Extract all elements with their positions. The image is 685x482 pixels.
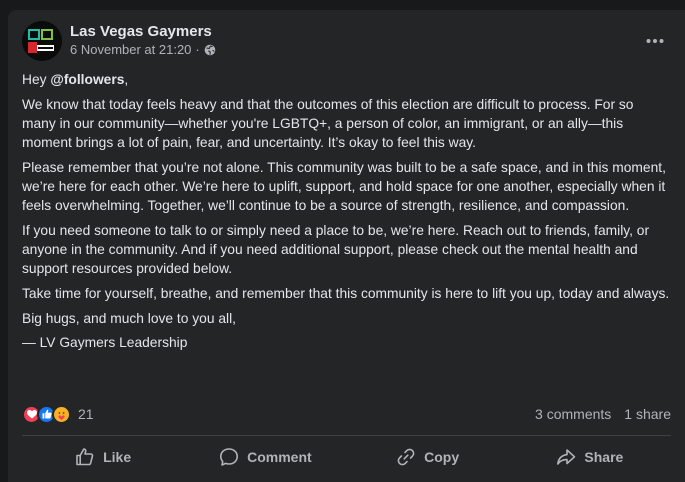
engagement-links: 3 comments 1 share xyxy=(535,406,671,422)
post-author[interactable]: Las Vegas Gaymers xyxy=(70,23,212,40)
comments-count-link[interactable]: 3 comments xyxy=(535,406,611,422)
post-paragraph: Please remember that you’re not alone. T… xyxy=(22,159,666,214)
reaction-summary[interactable] xyxy=(22,404,71,424)
thumbs-up-icon xyxy=(76,448,94,466)
actions-divider xyxy=(22,435,671,436)
post-paragraph: If you need someone to talk to or simply… xyxy=(22,222,650,277)
greeting-suffix: , xyxy=(124,72,129,87)
post-paragraph: Big hugs, and much love to you all, xyxy=(22,310,236,326)
more-options-button[interactable] xyxy=(641,29,669,53)
like-button[interactable]: Like xyxy=(22,439,184,475)
copy-button[interactable]: Copy xyxy=(347,439,509,475)
post-paragraph: Take time for yourself, breathe, and rem… xyxy=(22,286,670,302)
share-label: Share xyxy=(584,449,624,465)
comment-label: Comment xyxy=(247,449,312,465)
share-arrow-icon xyxy=(557,449,576,465)
comment-button[interactable]: Comment xyxy=(184,439,346,475)
page-avatar[interactable] xyxy=(22,21,62,61)
post-card: Las Vegas Gaymers 6 November at 21:20 · … xyxy=(8,10,685,482)
post-timestamp[interactable]: 6 November at 21:20 xyxy=(70,42,191,57)
share-button[interactable]: Share xyxy=(509,439,671,475)
post-greeting: Hey @followers, xyxy=(22,70,671,89)
post-body: Hey @followers, We know that today feels… xyxy=(22,70,671,358)
care-icon xyxy=(52,404,71,424)
like-label: Like xyxy=(103,449,132,465)
lv-gaymers-logo-icon xyxy=(22,21,62,61)
globe-icon xyxy=(204,44,216,55)
post-header: Las Vegas Gaymers 6 November at 21:20 · xyxy=(22,21,685,61)
more-dots-icon xyxy=(646,39,664,43)
link-icon xyxy=(397,448,415,466)
post-meta: 6 November at 21:20 · xyxy=(70,42,216,57)
copy-label: Copy xyxy=(424,449,460,465)
followers-mention[interactable]: @followers xyxy=(50,72,124,87)
shares-count-link[interactable]: 1 share xyxy=(624,406,671,422)
post-paragraph: We know that today feels heavy and that … xyxy=(22,96,634,151)
comment-bubble-icon xyxy=(220,448,239,466)
post-stats: 21 3 comments 1 share xyxy=(22,403,671,425)
greeting-prefix: Hey xyxy=(22,72,51,87)
reaction-count[interactable]: 21 xyxy=(78,406,94,422)
post-signature: — LV Gaymers Leadership xyxy=(22,335,188,351)
meta-separator: · xyxy=(195,42,200,57)
post-actions: Like Comment Copy Share xyxy=(22,439,671,475)
